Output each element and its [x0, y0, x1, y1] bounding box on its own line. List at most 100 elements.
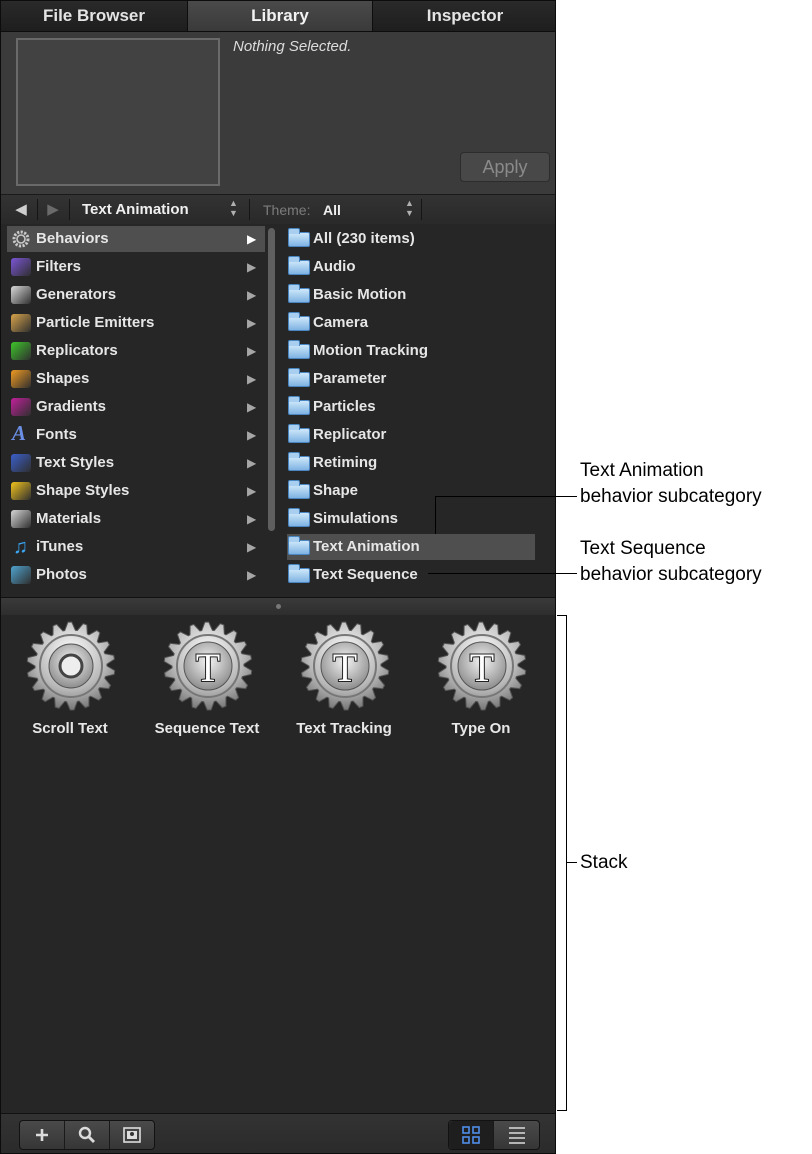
- category-item[interactable]: Photos ▶: [7, 562, 265, 588]
- category-item[interactable]: Shape Styles ▶: [7, 478, 265, 504]
- plus-icon: [36, 1129, 48, 1141]
- disclosure-arrow-icon: ▶: [247, 400, 257, 414]
- subcategory-item[interactable]: Simulations: [287, 506, 535, 532]
- add-button[interactable]: [20, 1121, 64, 1149]
- updown-chevron-icon: ▲ ▼: [229, 198, 238, 218]
- subcategory-item[interactable]: All (230 items): [287, 226, 535, 252]
- preview-icon: [123, 1127, 141, 1143]
- subcategory-item[interactable]: Shape: [287, 478, 535, 504]
- callout-subtitle: behavior subcategory: [580, 486, 762, 507]
- folder-icon: [288, 284, 310, 303]
- view-mode-group: [448, 1120, 540, 1150]
- category-item[interactable]: Text Styles ▶: [7, 450, 265, 476]
- category-item[interactable]: ♫ iTunes ▶: [7, 534, 265, 560]
- category-item[interactable]: Replicators ▶: [7, 338, 265, 364]
- behavior-item[interactable]: T Text Tracking: [276, 621, 412, 741]
- category-item[interactable]: Generators ▶: [7, 282, 265, 308]
- list-view-button[interactable]: [494, 1121, 539, 1149]
- tab-library[interactable]: Library: [188, 1, 373, 31]
- callout-line: [428, 573, 577, 574]
- svg-text:T: T: [196, 645, 220, 690]
- photos-icon: [11, 566, 31, 584]
- callout-subtitle: behavior subcategory: [580, 564, 762, 585]
- subcategory-item[interactable]: Particles: [287, 394, 535, 420]
- subcategory-item[interactable]: Text Sequence: [287, 562, 535, 588]
- subcategory-item[interactable]: Camera: [287, 310, 535, 336]
- subcategory-item[interactable]: Motion Tracking: [287, 338, 535, 364]
- disclosure-arrow-icon: ▶: [247, 372, 257, 386]
- category-label: iTunes: [36, 538, 84, 555]
- subcategory-item[interactable]: Retiming: [287, 450, 535, 476]
- icon-view-button[interactable]: [449, 1121, 493, 1149]
- subcategory-label: Parameter: [313, 370, 387, 387]
- back-arrow-icon[interactable]: ◀: [5, 195, 37, 224]
- splitter-handle[interactable]: [276, 604, 281, 609]
- category-label: Shape Styles: [36, 482, 130, 499]
- forward-arrow-icon[interactable]: ▶: [37, 195, 69, 224]
- tab-file-browser[interactable]: File Browser: [1, 1, 188, 31]
- behavior-item[interactable]: Scroll Text: [2, 621, 138, 741]
- subcategory-label: Audio: [313, 258, 356, 275]
- folder-icon: [288, 256, 310, 275]
- callout-text-sequence: Text Sequence behavior subcategory: [580, 536, 762, 588]
- category-item[interactable]: Gradients ▶: [7, 394, 265, 420]
- subcategory-label: Text Animation: [313, 538, 420, 555]
- disclosure-arrow-icon: ▶: [247, 428, 257, 442]
- subcategory-item[interactable]: Replicator: [287, 422, 535, 448]
- folder-icon: [288, 396, 310, 415]
- search-button[interactable]: [65, 1121, 109, 1149]
- folder-icon: [288, 312, 310, 331]
- callout-stack: Stack: [580, 852, 628, 873]
- folder-icon: [288, 368, 310, 387]
- folder-icon: [288, 424, 310, 443]
- disclosure-arrow-icon: ▶: [247, 260, 257, 274]
- category-item[interactable]: A Fonts ▶: [7, 421, 265, 448]
- category-item[interactable]: Filters ▶: [7, 254, 265, 280]
- preview-button[interactable]: [110, 1121, 154, 1149]
- action-button-group: [19, 1120, 155, 1150]
- behavior-item[interactable]: T Type On: [413, 621, 549, 741]
- replicator-icon: [11, 342, 31, 360]
- preview-area: Nothing Selected. Apply: [1, 32, 555, 194]
- theme-popup[interactable]: All: [323, 202, 341, 218]
- category-popup-label: Text Animation: [82, 201, 189, 218]
- disclosure-arrow-icon: ▶: [247, 288, 257, 302]
- callout-title: Text Sequence: [580, 538, 706, 559]
- generators-icon: [11, 286, 31, 304]
- tab-inspector[interactable]: Inspector: [373, 1, 555, 31]
- tab-bar: File Browser Library Inspector: [1, 1, 555, 32]
- subcategory-item[interactable]: Text Animation: [287, 534, 535, 560]
- music-note-icon: ♫: [13, 536, 28, 558]
- search-icon: [78, 1126, 95, 1143]
- subcategory-item[interactable]: Audio: [287, 254, 535, 280]
- column-scrollbar[interactable]: [268, 228, 275, 531]
- disclosure-arrow-icon: ▶: [247, 316, 257, 330]
- splitter[interactable]: [1, 597, 555, 616]
- behavior-gear-icon: T: [300, 621, 390, 711]
- disclosure-arrow-icon: ▶: [247, 344, 257, 358]
- subcategory-item[interactable]: Basic Motion: [287, 282, 535, 308]
- behavior-item[interactable]: T Sequence Text: [139, 621, 275, 741]
- category-popup[interactable]: Text Animation ▲ ▼: [71, 195, 247, 224]
- bottom-toolbar: [1, 1113, 555, 1153]
- updown-chevron-icon[interactable]: ▲ ▼: [405, 198, 414, 218]
- callout-text-animation: Text Animation behavior subcategory: [580, 458, 762, 510]
- folder-icon: [288, 480, 310, 499]
- library-panel: File Browser Library Inspector Nothing S…: [0, 0, 556, 1154]
- category-item[interactable]: Particle Emitters ▶: [7, 310, 265, 336]
- category-item[interactable]: Shapes ▶: [7, 366, 265, 392]
- apply-button[interactable]: Apply: [460, 152, 550, 182]
- shapes-icon: [11, 370, 31, 388]
- category-item[interactable]: Materials ▶: [7, 506, 265, 532]
- behavior-gear-icon: T: [163, 621, 253, 711]
- folder-icon: [288, 340, 310, 359]
- gear-icon: [11, 230, 31, 248]
- particle-emitter-icon: [11, 314, 31, 332]
- category-label: Fonts: [36, 426, 77, 443]
- category-label: Materials: [36, 510, 102, 527]
- disclosure-arrow-icon: ▶: [247, 456, 257, 470]
- subcategory-item[interactable]: Parameter: [287, 366, 535, 392]
- category-item[interactable]: Behaviors ▶: [7, 226, 265, 252]
- gradient-icon: [11, 398, 31, 416]
- folder-icon: [288, 564, 310, 583]
